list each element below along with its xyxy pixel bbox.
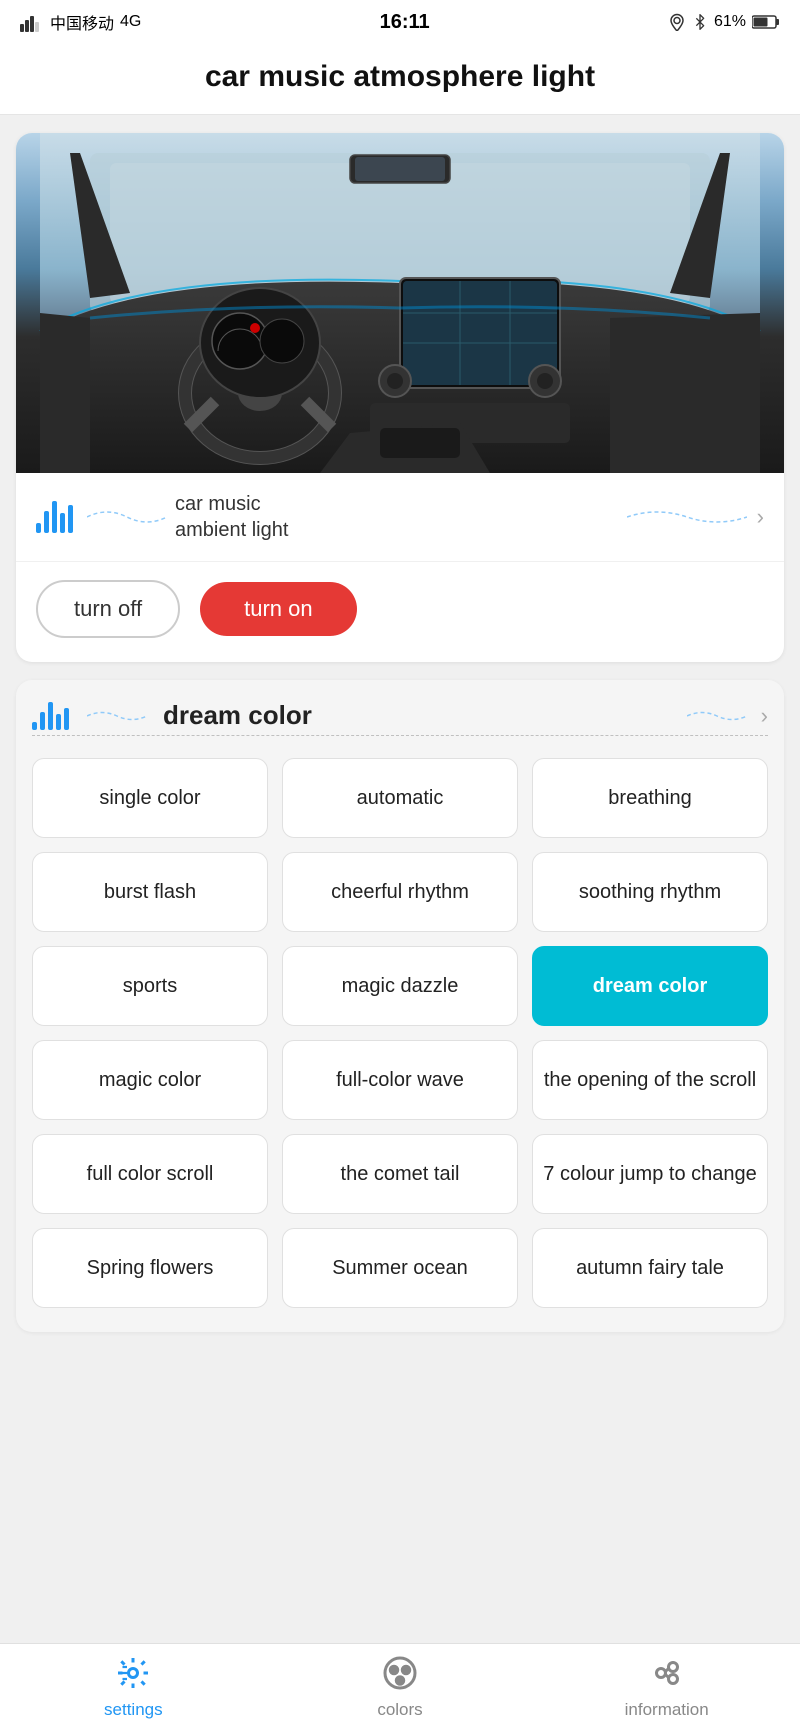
signal-icon: [20, 12, 44, 32]
mode-btn-summer_ocean[interactable]: Summer ocean: [282, 1228, 518, 1308]
location-icon: [668, 13, 686, 31]
status-right: 61%: [668, 13, 780, 31]
status-time: 16:11: [380, 11, 430, 34]
mode-btn-sports[interactable]: sports: [32, 946, 268, 1026]
waveform-line: [87, 497, 167, 537]
controls-label: car music ambient light: [175, 491, 288, 543]
tab-bar: settings colors information: [0, 1643, 800, 1731]
car-image: [16, 133, 784, 473]
mode-btn-full_color_wave[interactable]: full-color wave: [282, 1040, 518, 1120]
information-tab-label: information: [625, 1700, 709, 1720]
sound-bar-4: [60, 513, 65, 533]
information-icon: [649, 1655, 685, 1696]
mode-btn-magic_dazzle[interactable]: magic dazzle: [282, 946, 518, 1026]
network-label: 4G: [120, 13, 141, 31]
mode-btn-soothing_rhythm[interactable]: soothing rhythm: [532, 852, 768, 932]
mode-btn-cheerful_rhythm[interactable]: cheerful rhythm: [282, 852, 518, 932]
settings-tab-label: settings: [104, 1700, 163, 1720]
mode-btn-colour_jump[interactable]: 7 colour jump to change: [532, 1134, 768, 1214]
sound-bar-2: [44, 511, 49, 533]
settings-icon: [115, 1655, 151, 1696]
mode-btn-autumn_fairy[interactable]: autumn fairy tale: [532, 1228, 768, 1308]
mode-btn-breathing[interactable]: breathing: [532, 758, 768, 838]
battery-label: 61%: [714, 13, 746, 31]
mode-btn-opening_scroll[interactable]: the opening of the scroll: [532, 1040, 768, 1120]
mode-btn-spring_flowers[interactable]: Spring flowers: [32, 1228, 268, 1308]
mode-grid: single colorautomaticbreathing burst flas…: [32, 758, 768, 1308]
sound-bar-5: [68, 505, 73, 533]
turn-on-button[interactable]: turn on: [200, 582, 357, 636]
sound-bar-3: [52, 501, 57, 533]
dream-sound-icon: [32, 702, 69, 730]
sound-icon: [36, 501, 73, 533]
status-left: 中国移动 4G: [20, 10, 141, 34]
dream-chevron-icon[interactable]: ›: [761, 703, 768, 729]
colors-tab-label: colors: [377, 1700, 422, 1720]
chevron-right-icon[interactable]: ›: [757, 504, 764, 530]
dream-header: dream color ›: [32, 700, 768, 736]
tab-information[interactable]: information: [533, 1644, 800, 1731]
page-title: car music atmosphere light: [0, 44, 800, 115]
dream-color-label: dream color: [163, 700, 683, 731]
dream-waveform: [87, 701, 147, 731]
mode-btn-automatic[interactable]: automatic: [282, 758, 518, 838]
tab-settings[interactable]: settings: [0, 1644, 267, 1731]
tab-colors[interactable]: colors: [267, 1644, 534, 1731]
mode-btn-single_color[interactable]: single color: [32, 758, 268, 838]
colors-icon: [382, 1655, 418, 1696]
mode-btn-dream_color[interactable]: dream color: [532, 946, 768, 1026]
waveform-right: [627, 497, 747, 537]
dream-waveform-right: [687, 701, 747, 731]
controls-row: car music ambient light ›: [16, 473, 784, 562]
mode-btn-burst_flash[interactable]: burst flash: [32, 852, 268, 932]
status-bar: 中国移动 4G 16:11 61%: [0, 0, 800, 44]
battery-icon: [752, 14, 780, 30]
bluetooth-icon: [692, 13, 708, 31]
mode-btn-comet_tail[interactable]: the comet tail: [282, 1134, 518, 1214]
sound-bar-1: [36, 523, 41, 533]
mode-btn-magic_color[interactable]: magic color: [32, 1040, 268, 1120]
turn-off-button[interactable]: turn off: [36, 580, 180, 638]
mode-btn-full_color_scroll[interactable]: full color scroll: [32, 1134, 268, 1214]
toggle-buttons: turn off turn on: [16, 562, 784, 662]
carrier-label: 中国移动: [50, 10, 114, 34]
main-card: car music ambient light › turn off turn …: [16, 133, 784, 662]
dream-color-section: dream color › single colorautomaticbreat…: [16, 680, 784, 1332]
